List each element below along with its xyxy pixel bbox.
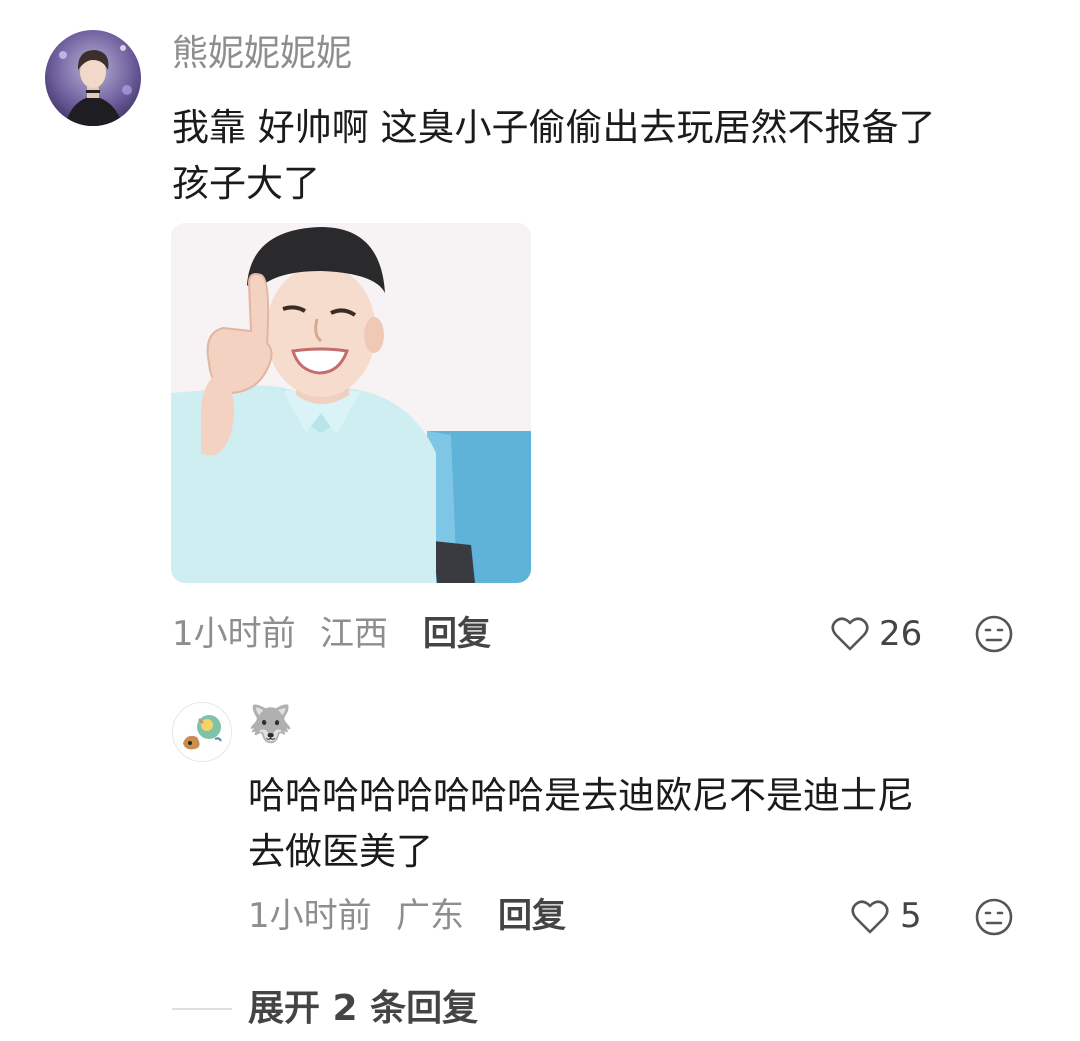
comment-image[interactable] xyxy=(171,223,531,583)
meh-face-icon[interactable] xyxy=(974,614,1014,654)
comment-text: 我靠 好帅啊 这臭小子偷偷出去玩居然不报备了 孩子大了 xyxy=(172,100,1052,212)
comment-text-line-1: 我靠 好帅啊 这臭小子偷偷出去玩居然不报备了 xyxy=(172,106,936,149)
commenter-username[interactable]: 熊妮妮妮妮 xyxy=(172,30,352,78)
heart-icon[interactable] xyxy=(850,897,890,937)
like-count: 26 xyxy=(879,614,923,654)
wolf-emoji-icon: 🐺 xyxy=(248,704,293,745)
reply-time: 1小时前 xyxy=(248,896,372,936)
meh-face-icon[interactable] xyxy=(974,897,1014,937)
heart-icon[interactable] xyxy=(830,614,870,654)
reply-button[interactable]: 回复 xyxy=(423,612,491,656)
reply-text: 哈哈哈哈哈哈哈哈是去迪欧尼不是迪士尼 去做医美了 xyxy=(248,768,1038,880)
reply-reply-button[interactable]: 回复 xyxy=(498,894,566,938)
reply-username[interactable]: 🐺 xyxy=(248,700,293,750)
reply-like-count: 5 xyxy=(900,896,922,936)
reply-text-line-1: 哈哈哈哈哈哈哈哈是去迪欧尼不是迪士尼 xyxy=(248,774,914,817)
reply-avatar[interactable] xyxy=(172,702,232,762)
comment-text-line-2: 孩子大了 xyxy=(172,162,320,205)
comment-location: 江西 xyxy=(320,614,388,654)
reply-text-line-2: 去做医美了 xyxy=(248,830,433,873)
commenter-avatar[interactable] xyxy=(45,30,141,126)
comment-time: 1小时前 xyxy=(172,614,296,654)
expand-divider xyxy=(172,1008,232,1010)
expand-replies-button[interactable]: 展开 2 条回复 xyxy=(248,986,478,1032)
reply-location: 广东 xyxy=(396,896,464,936)
